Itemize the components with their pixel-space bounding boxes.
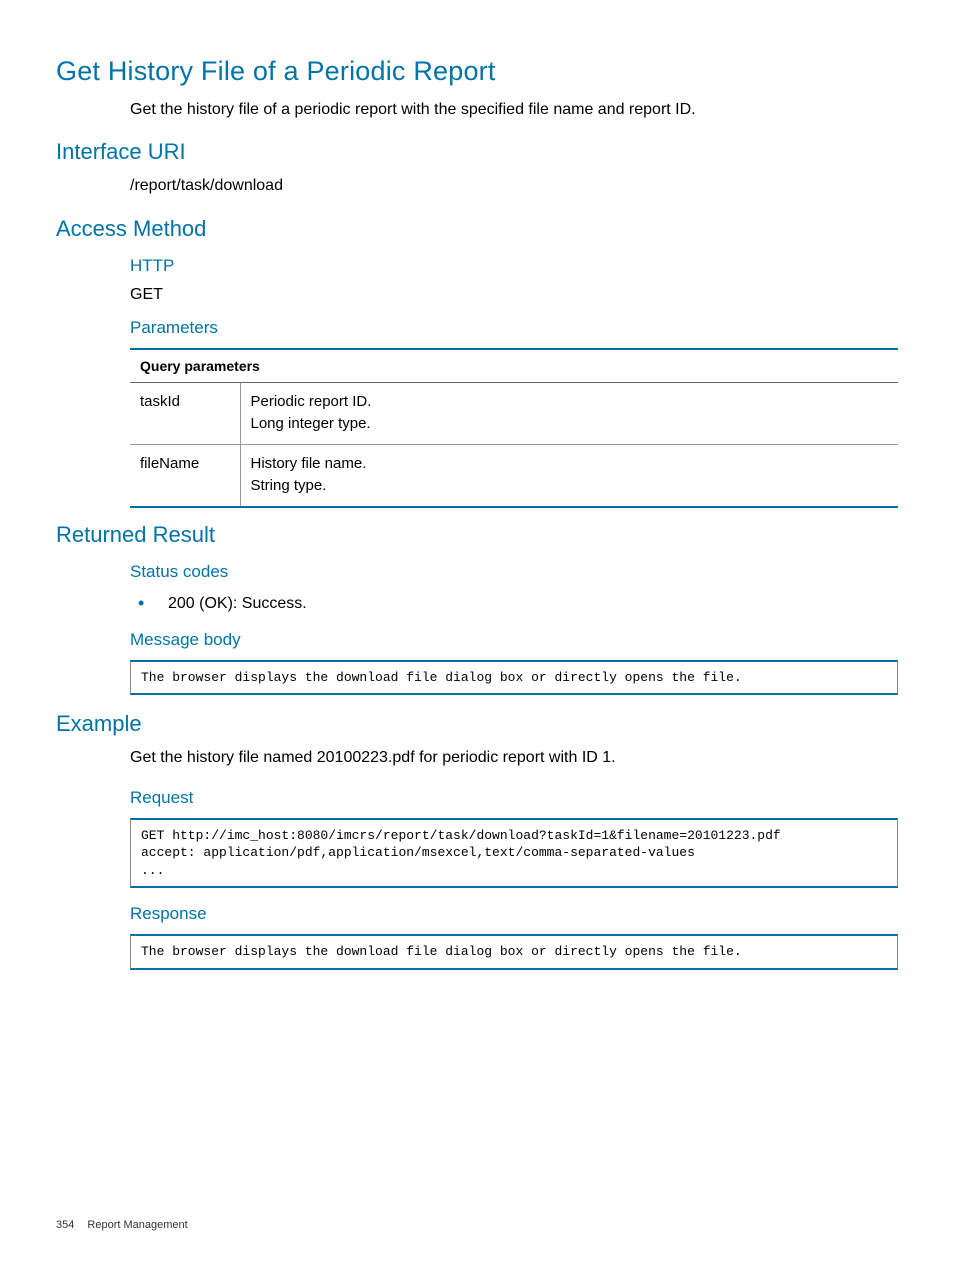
heading-interface-uri: Interface URI: [56, 139, 898, 165]
example-intro: Get the history file named 20100223.pdf …: [130, 747, 898, 769]
param-desc-line: Long integer type.: [251, 415, 371, 432]
heading-parameters: Parameters: [130, 318, 898, 338]
response-block: The browser displays the download file d…: [130, 934, 898, 970]
heading-request: Request: [130, 788, 898, 808]
table-header: Query parameters: [130, 349, 898, 383]
footer-section-name: Report Management: [87, 1219, 187, 1231]
param-desc: History file name. String type.: [240, 444, 898, 507]
footer: 354 Report Management: [56, 1219, 188, 1231]
page-title: Get History File of a Periodic Report: [56, 56, 898, 87]
heading-response: Response: [130, 904, 898, 924]
request-block: GET http://imc_host:8080/imcrs/report/ta…: [130, 818, 898, 889]
heading-example: Example: [56, 711, 898, 737]
param-name: fileName: [130, 444, 240, 507]
param-name: taskId: [130, 382, 240, 444]
heading-http: HTTP: [130, 256, 898, 276]
table-row: taskId Periodic report ID. Long integer …: [130, 382, 898, 444]
status-list: 200 (OK): Success.: [130, 592, 898, 616]
param-desc-line: Periodic report ID.: [251, 393, 372, 410]
param-desc-line: History file name.: [251, 455, 367, 472]
message-body-block: The browser displays the download file d…: [130, 660, 898, 696]
table-row: fileName History file name. String type.: [130, 444, 898, 507]
heading-returned-result: Returned Result: [56, 522, 898, 548]
heading-access-method: Access Method: [56, 216, 898, 242]
param-desc-line: String type.: [251, 477, 327, 494]
interface-uri-value: /report/task/download: [130, 175, 898, 197]
heading-status-codes: Status codes: [130, 562, 898, 582]
http-method-value: GET: [130, 286, 898, 304]
page-number: 354: [56, 1219, 74, 1231]
query-parameters-table: Query parameters taskId Periodic report …: [130, 348, 898, 508]
heading-message-body: Message body: [130, 630, 898, 650]
param-desc: Periodic report ID. Long integer type.: [240, 382, 898, 444]
intro-paragraph: Get the history file of a periodic repor…: [130, 99, 898, 121]
list-item: 200 (OK): Success.: [130, 592, 898, 616]
